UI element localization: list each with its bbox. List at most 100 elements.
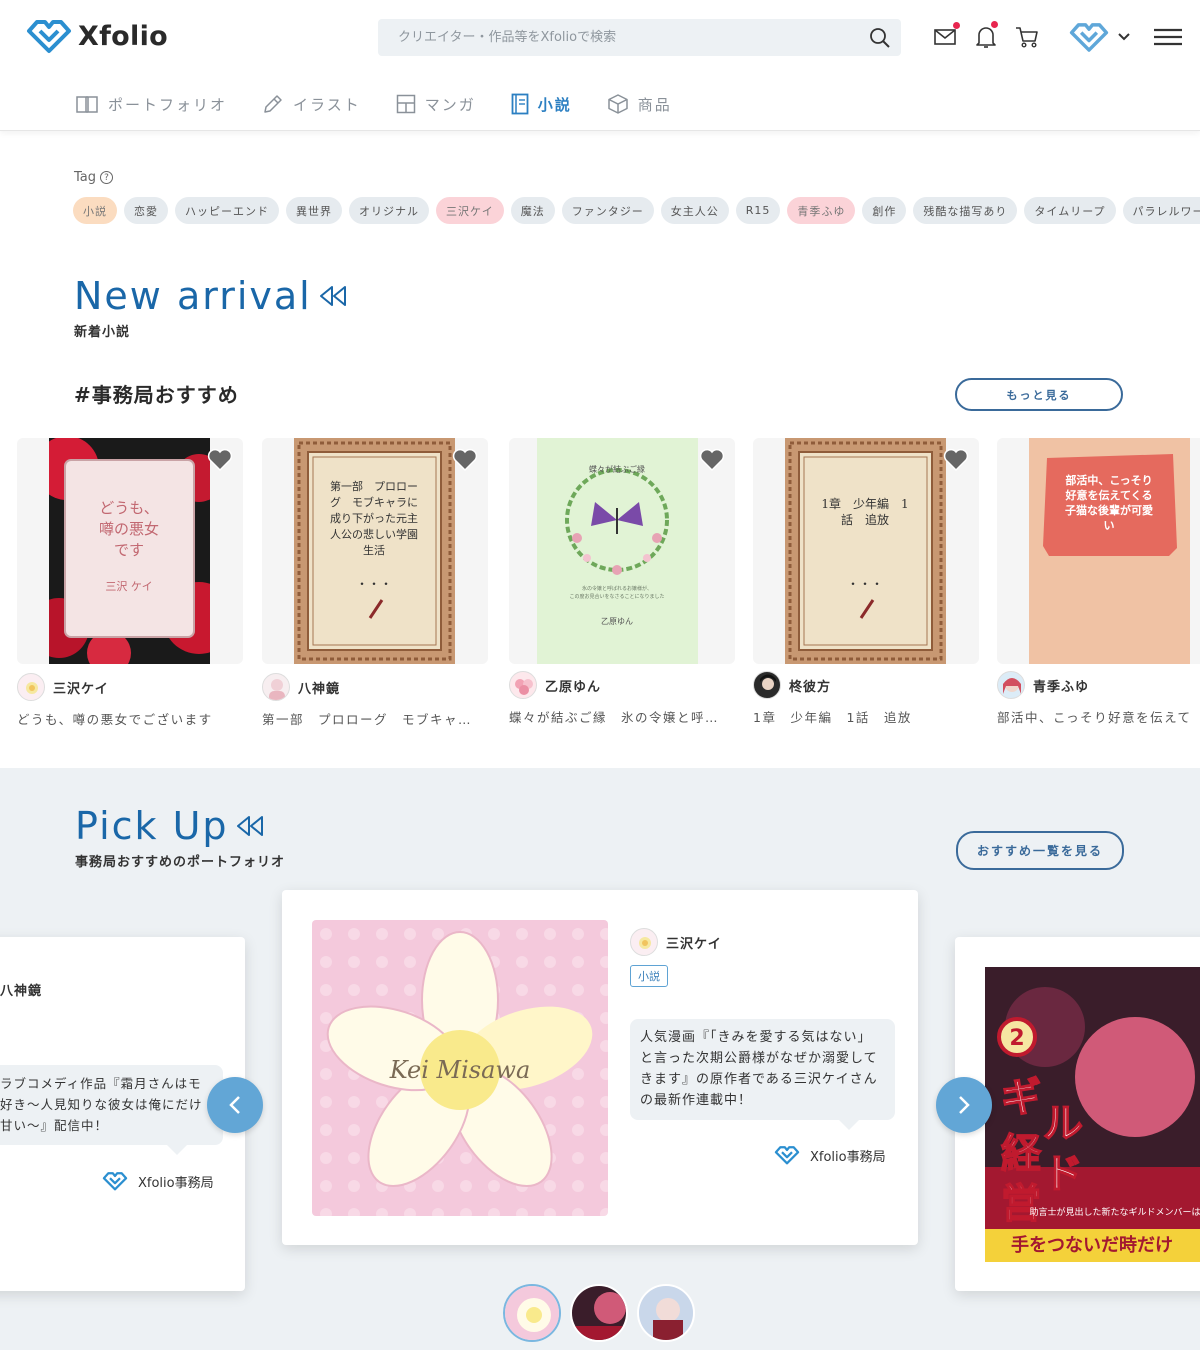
search-input[interactable] (378, 19, 858, 56)
recommend-list-button[interactable]: おすすめ一覧を見る (956, 831, 1124, 870)
carousel-thumb-active[interactable] (503, 1284, 561, 1342)
cover-title-line: 好意を伝えてくる (1065, 488, 1153, 502)
cover-author: 乙原ゆん (601, 617, 633, 626)
cover-dots: ・・・ (356, 577, 392, 591)
office-name: Xfolio事務局 (138, 1175, 214, 1191)
cart-icon (1016, 27, 1038, 48)
cover-subtitle-line: この度お見合いをなさることになりました (569, 593, 664, 600)
cover-title-line: 成り下がった元主 (330, 511, 418, 525)
favorite-heart-icon[interactable] (207, 448, 233, 472)
cover-title-line: い (1104, 519, 1115, 532)
pick-up-heading: Pick Up (75, 804, 265, 848)
tab-manga[interactable]: マンガ (396, 92, 476, 116)
tag-chip[interactable]: 小説 (73, 197, 117, 224)
tag-chip[interactable]: 恋愛 (124, 197, 168, 224)
tag-chip[interactable]: ファンタジー (561, 197, 654, 224)
author-row[interactable]: 三沢ケイ (630, 928, 722, 956)
novel-cover[interactable]: 1章 少年編 1 話 追放 ・・・ (753, 438, 979, 664)
tag-chip[interactable]: 女主人公 (660, 197, 729, 224)
mail-button[interactable] (933, 22, 960, 49)
novel-card[interactable]: 部活中、こっそり 好意を伝えてくる 子猫な後輩が可愛 い 青季ふゆ 部活中、こっ… (997, 438, 1200, 726)
author-row[interactable]: 柊彼方 (753, 671, 979, 699)
volume-badge: 2 (1009, 1026, 1024, 1051)
xfolio-logo[interactable]: Xfolio (26, 18, 168, 54)
carousel-next-button[interactable] (936, 1077, 992, 1133)
novel-cover[interactable]: 蝶々が結ぶご縁 氷の令嬢と呼ばれるお嬢様が、 この度お見合いをなさることになりま… (509, 438, 735, 664)
author-row[interactable]: 八神鏡 (262, 673, 488, 701)
tab-goods[interactable]: 商品 (607, 92, 672, 116)
tag-chip[interactable]: 魔法 (510, 197, 555, 224)
novel-description: 蝶々が結ぶご縁 氷の令嬢と呼… (509, 710, 720, 725)
notification-button[interactable] (974, 21, 998, 49)
novel-cover[interactable]: 部活中、こっそり 好意を伝えてくる 子猫な後輩が可愛 い (997, 438, 1200, 664)
cover-title-line: 1章 少年編 1 (821, 496, 908, 511)
tag-chip[interactable]: パラレルワールド (1122, 197, 1200, 224)
tag-chip[interactable]: 残酷な描写あり (913, 197, 1018, 224)
featured-image[interactable]: Kei Misawa (312, 920, 608, 1216)
cover-title-char: ド (1043, 1151, 1083, 1197)
cover-image: 蝶々が結ぶご縁 氷の令嬢と呼ばれるお嬢様が、 この度お見合いをなさることになりま… (537, 438, 698, 664)
office-signature: Xfolio事務局 (774, 1145, 886, 1165)
help-icon[interactable]: ? (100, 171, 114, 184)
author-row[interactable]: 三沢ケイ (17, 673, 243, 701)
book-open-icon (76, 96, 98, 113)
cover-image: 第一部 プロロー グ モブキャラに 成り下がった元主 人公の悲しい学園 生活 ・… (294, 438, 455, 664)
tab-novel[interactable]: 小説 (511, 92, 572, 116)
tag-chip[interactable]: 異世界 (286, 197, 342, 224)
novel-card[interactable]: 1章 少年編 1 話 追放 ・・・ 柊彼方 1章 少年編 1話 追放 (753, 438, 979, 726)
author-name: 乙原ゆん (545, 679, 602, 695)
tab-portfolio[interactable]: ポートフォリオ (75, 92, 227, 116)
more-button[interactable]: もっと見る (955, 378, 1123, 411)
bubble-line: ラブコメディ作品『霜月さんはモ (0, 1076, 202, 1091)
tag-chip[interactable]: タイムリープ (1024, 197, 1116, 224)
cover-title-line: 話 追放 (841, 512, 889, 527)
avatar (262, 673, 290, 701)
author-name: 柊彼方 (789, 679, 832, 695)
author-row[interactable]: 乙原ゆん (509, 671, 735, 699)
carousel-prev-button[interactable] (207, 1077, 263, 1133)
cover-title-line: 生活 (363, 543, 385, 557)
chevron-down-icon (1118, 33, 1130, 41)
favorite-heart-icon[interactable] (943, 448, 969, 472)
user-menu-button[interactable] (1069, 23, 1131, 52)
notification-dot (991, 21, 998, 28)
tag-chip[interactable]: 三沢ケイ (436, 197, 504, 224)
pick-up-card[interactable]: 2 ギ ル 経 ド 営 助言士が見出した新たなギルドメンバーは 手をつないだ時だ… (955, 937, 1200, 1291)
author-name: 青季ふゆ (1033, 679, 1090, 695)
novel-cover[interactable]: どうも、 噂の悪女 です 三沢 ケイ (17, 438, 243, 664)
site-header: Xfolio ポートフォリオ イラスト (0, 0, 1200, 131)
novel-card[interactable]: 第一部 プロロー グ モブキャラに 成り下がった元主 人公の悲しい学園 生活 ・… (262, 438, 488, 728)
tab-label: マンガ (424, 95, 476, 114)
office-signature: Xfolio事務局 (102, 1171, 214, 1191)
hamburger-button[interactable] (1153, 25, 1183, 49)
novel-card[interactable]: どうも、 噂の悪女 です 三沢 ケイ 三沢ケイ どうも、噂の悪女でございます (17, 438, 243, 728)
carousel-thumb[interactable] (637, 1284, 695, 1342)
cover-title: 蝶々が結ぶご縁 (589, 464, 645, 474)
notification-dot (953, 22, 960, 29)
pick-up-subtitle: 事務局おすすめのポートフォリオ (75, 855, 286, 870)
cart-button[interactable] (1015, 25, 1039, 49)
tag-chip[interactable]: R15 (735, 197, 781, 224)
xfolio-menu-icon (1069, 23, 1109, 52)
tag-chip[interactable]: 創作 (862, 197, 907, 224)
favorite-heart-icon[interactable] (699, 448, 725, 472)
favorite-heart-icon[interactable] (452, 448, 478, 472)
xfolio-logo-icon (27, 20, 71, 53)
novel-card[interactable]: 蝶々が結ぶご縁 氷の令嬢と呼ばれるお嬢様が、 この度お見合いをなさることになりま… (509, 438, 735, 726)
tag-list: 小説 恋愛 ハッピーエンド 異世界 オリジナル 三沢ケイ 魔法 ファンタジー 女… (73, 197, 1200, 224)
tag-chip[interactable]: オリジナル (349, 197, 429, 224)
cover-title-char: 経 (1001, 1131, 1042, 1177)
novel-cover[interactable]: 第一部 プロロー グ モブキャラに 成り下がった元主 人公の悲しい学園 生活 ・… (262, 438, 488, 664)
tag-chip[interactable]: ハッピーエンド (175, 197, 279, 224)
search-icon[interactable] (869, 27, 891, 49)
author-row[interactable]: 青季ふゆ (997, 671, 1200, 699)
manga-cover-image: 2 ギ ル 経 ド 営 助言士が見出した新たなギルドメンバーは 手をつないだ時だ… (985, 967, 1200, 1262)
tab-illust[interactable]: イラスト (262, 92, 361, 116)
tab-label: ポートフォリオ (108, 95, 228, 114)
avatar (630, 928, 658, 956)
tag-chip[interactable]: 青季ふゆ (787, 197, 856, 224)
pick-up-card-featured[interactable]: Kei Misawa 三沢ケイ 小説 人気漫画『「きみを愛する気はない」 と言っ… (282, 890, 918, 1245)
carousel-thumb[interactable] (570, 1284, 628, 1342)
cover-image: どうも、 噂の悪女 です 三沢 ケイ (49, 438, 210, 664)
cover-dots: ・・・ (847, 577, 883, 591)
